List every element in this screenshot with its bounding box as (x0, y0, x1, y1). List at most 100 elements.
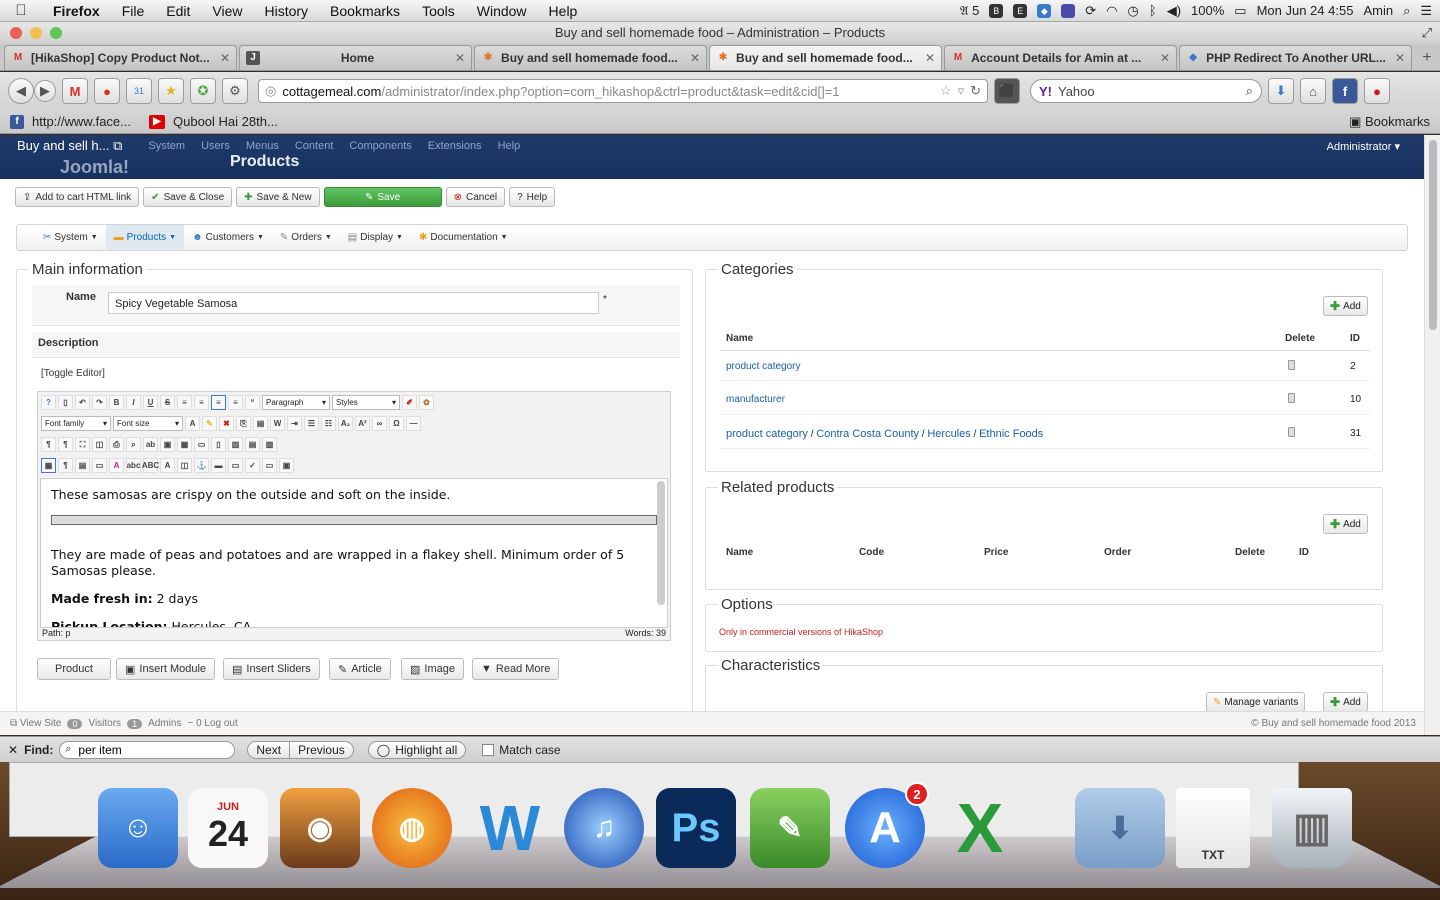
excel-icon[interactable]: X (940, 788, 1020, 868)
bookmark-page-icon[interactable]: ☆ (940, 83, 952, 99)
image-insert-icon[interactable]: ▣ (160, 437, 175, 452)
trash-icon[interactable] (1288, 393, 1295, 403)
category-link[interactable]: Contra Costa County (816, 428, 919, 440)
screen-status-icon[interactable] (1061, 3, 1076, 18)
align-left-icon[interactable]: ≡ (194, 395, 209, 410)
downloads-icon[interactable]: ⬇ (1075, 788, 1165, 868)
visual-aid-icon[interactable]: ▦ (41, 458, 56, 473)
nav-components[interactable]: Components (341, 140, 419, 152)
save-close-button[interactable]: ✔ Save & Close (143, 187, 233, 207)
underline-icon[interactable]: U (143, 395, 158, 410)
menu-edit[interactable]: Edit (155, 3, 201, 19)
read-more-button[interactable]: ▼ Read More (472, 658, 560, 680)
wifi-icon[interactable]: ◠ (1106, 3, 1117, 19)
ad-block-icon[interactable]: ⬛ (994, 78, 1020, 104)
anchor-icon[interactable]: ⚓ (194, 458, 209, 473)
horizontal-rule-icon[interactable]: — (406, 416, 421, 431)
logout-link[interactable]: − 0 Log out (187, 718, 237, 729)
new-tab-icon[interactable]: + (1414, 45, 1440, 70)
save-button[interactable]: ✎ Save (323, 187, 442, 207)
blockquote-icon[interactable]: “ (245, 395, 260, 410)
copy-icon[interactable]: ⎘ (236, 416, 251, 431)
acronym-icon[interactable]: ABC (142, 458, 159, 473)
close-tab-icon[interactable]: ✕ (1395, 51, 1405, 65)
back-button[interactable]: ◀ (8, 78, 34, 104)
cite-icon[interactable]: ▣ (279, 458, 294, 473)
menu-window[interactable]: Window (466, 3, 538, 19)
table-icon[interactable]: ▦ (177, 437, 192, 452)
clock[interactable]: Mon Jun 24 4:55 (1257, 3, 1354, 18)
editor-scrollbar[interactable] (657, 481, 665, 605)
dropbox-status-icon[interactable]: ◆ (1037, 3, 1052, 18)
cleanup-icon[interactable]: ✿ (419, 395, 434, 410)
gmail-button-icon[interactable]: M (62, 78, 88, 104)
status-app-icon[interactable]: B (989, 3, 1004, 18)
appstore-icon[interactable]: A2 (845, 782, 929, 868)
home-icon[interactable]: ⌂ (1300, 78, 1326, 104)
subscript-icon[interactable]: A₂ (338, 416, 353, 431)
category-link[interactable]: Ethnic Foods (979, 428, 1043, 440)
omega-icon[interactable]: Ω (389, 416, 404, 431)
split-cells-icon[interactable]: ▤ (245, 437, 260, 452)
nonbreaking-icon[interactable]: ▭ (262, 458, 277, 473)
evernote-icon[interactable]: ✎ (750, 788, 830, 868)
toggle-editor-link[interactable]: [Toggle Editor] (41, 368, 105, 379)
trash-icon[interactable]: ▥ (1272, 788, 1352, 868)
strikethrough-icon[interactable]: S (160, 395, 175, 410)
attribs-icon[interactable]: A (160, 458, 175, 473)
settings-gear-icon[interactable]: ⚙ (222, 78, 248, 104)
menu-help[interactable]: Help (538, 3, 589, 19)
hika-menu-documentation[interactable]: ✱ Documentation ▼ (411, 225, 516, 250)
close-tab-icon[interactable]: ✕ (925, 51, 935, 65)
facebook-icon[interactable]: f (1332, 78, 1358, 104)
add-category-button[interactable]: ✚ Add (1323, 296, 1368, 316)
nav-content[interactable]: Content (287, 140, 342, 152)
undo-icon[interactable]: ↶ (75, 395, 90, 410)
bold-icon[interactable]: B (109, 395, 124, 410)
text-color-icon[interactable]: A (185, 416, 200, 431)
nav-system[interactable]: System (140, 140, 193, 152)
close-window-icon[interactable] (10, 27, 22, 39)
cancel-button[interactable]: ⊗ Cancel (445, 187, 506, 207)
tab-1[interactable]: M [HikaShop] Copy Product Not... ✕ (4, 45, 238, 70)
style-icon[interactable]: A (109, 458, 124, 473)
tab-4-active[interactable]: ✱ Buy and sell homemade food... ✕ (709, 45, 943, 70)
menu-view[interactable]: View (201, 3, 253, 19)
insert-image-button[interactable]: ▨ Image (401, 658, 464, 680)
bookmark-facebook[interactable]: http://www.face... (32, 114, 131, 129)
menu-app-name[interactable]: Firefox (42, 3, 111, 19)
template-icon[interactable]: ▤ (75, 458, 90, 473)
align-right-icon[interactable]: ≡ (228, 395, 243, 410)
reload-icon[interactable]: ↻ (970, 83, 981, 99)
addon-star-icon[interactable]: ✪ (190, 78, 216, 104)
spotlight-icon[interactable]: ⌕ (1403, 3, 1410, 19)
close-tab-icon[interactable]: ✕ (1160, 51, 1170, 65)
calendar-button-icon[interactable]: 31 (126, 78, 152, 104)
word-icon[interactable]: W (470, 788, 550, 868)
editor-body[interactable]: These samosas are crispy on the outside … (40, 478, 668, 628)
bookmarks-menu[interactable]: ▣ Bookmarks (1349, 114, 1440, 130)
highlight-color-icon[interactable]: ✎ (202, 416, 217, 431)
spellcheck-icon[interactable]: ✓ (245, 458, 260, 473)
match-case-option[interactable]: Match case (482, 743, 561, 757)
category-link[interactable]: product category (726, 361, 801, 372)
help-icon[interactable]: ? (41, 395, 56, 410)
txt-file-icon[interactable]: TXT (1176, 788, 1250, 868)
photoshop-icon[interactable]: Ps (656, 788, 736, 868)
hika-menu-orders[interactable]: ✎ Orders ▼ (272, 225, 340, 250)
match-case-checkbox[interactable] (482, 743, 495, 756)
trash-icon[interactable] (1288, 360, 1295, 370)
scrollbar-thumb[interactable] (1429, 140, 1437, 330)
dropdown-icon[interactable]: ▿ (958, 83, 965, 99)
close-tab-icon[interactable]: ✕ (455, 51, 465, 65)
downloads-icon[interactable]: ⬇ (1268, 78, 1294, 104)
nav-users[interactable]: Users (193, 140, 238, 152)
menu-tools[interactable]: Tools (411, 3, 466, 19)
zoom-window-icon[interactable] (50, 27, 62, 39)
addon-icon[interactable]: ● (1364, 78, 1390, 104)
itunes-icon[interactable]: ♫ (564, 788, 644, 868)
paste-icon[interactable]: ▤ (253, 416, 268, 431)
volume-icon[interactable]: ◀) (1167, 3, 1181, 19)
category-link[interactable]: product category (726, 428, 808, 440)
menu-history[interactable]: History (253, 3, 319, 19)
